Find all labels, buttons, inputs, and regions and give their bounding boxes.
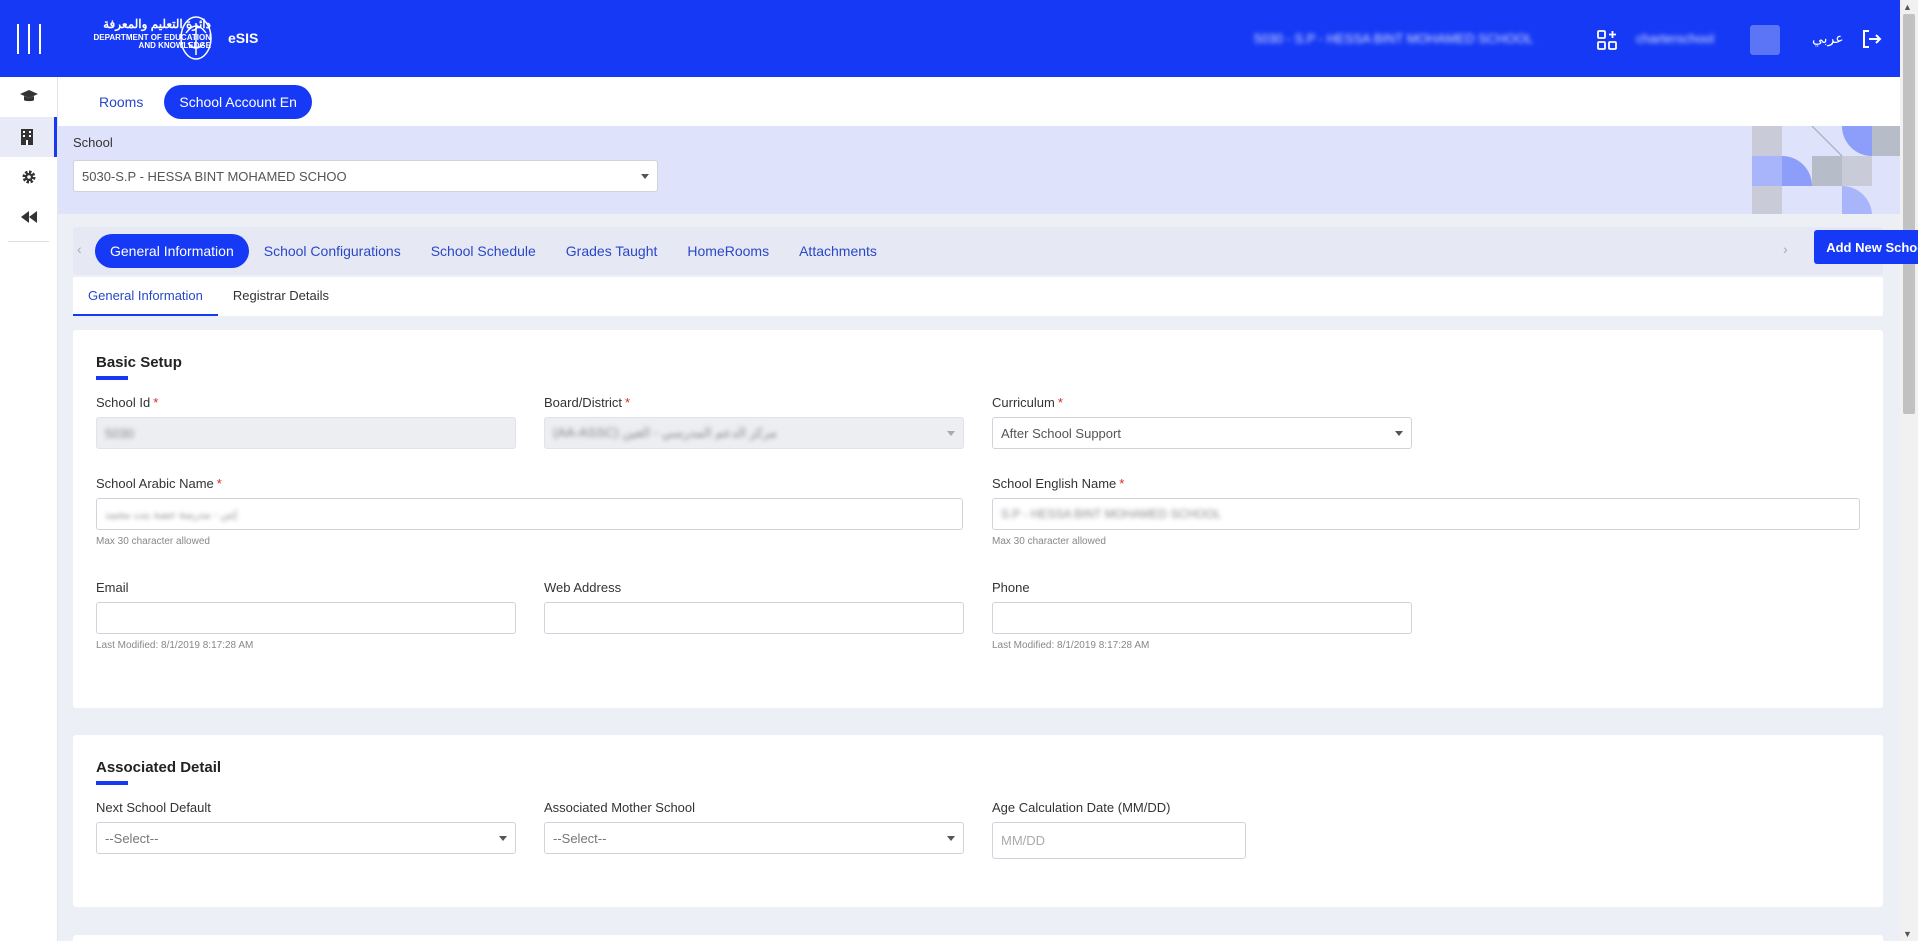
tab-school-schedule[interactable]: School Schedule	[416, 234, 551, 268]
email-field[interactable]	[96, 602, 516, 634]
tabs-left-arrow-icon[interactable]: ‹	[77, 241, 82, 257]
decorative-pattern	[1752, 126, 1900, 214]
phone-field[interactable]	[992, 602, 1412, 634]
avatar[interactable]	[1750, 25, 1780, 55]
sub-tabs: General Information Registrar Details	[73, 277, 1883, 316]
next-card	[73, 935, 1883, 941]
gear-icon[interactable]	[0, 157, 57, 197]
tab-general-information[interactable]: General Information	[95, 234, 249, 268]
chevron-down-icon	[641, 174, 649, 179]
page-scrollbar[interactable]: ▲ ▼	[1900, 0, 1918, 941]
mother-school-select[interactable]: --Select--	[544, 822, 964, 854]
double-left-icon[interactable]	[0, 197, 57, 237]
board-label: Board/District *	[544, 395, 631, 410]
tab-homerooms[interactable]: HomeRooms	[672, 234, 784, 268]
left-nav	[0, 77, 58, 941]
phone-last-modified: Last Modified: 8/1/2019 8:17:28 AM	[992, 640, 1150, 651]
logout-icon[interactable]	[1860, 28, 1882, 50]
school-select[interactable]: 5030-S.P - HESSA BINT MOHAMED SCHOO	[73, 160, 658, 192]
subtab-registrar-details[interactable]: Registrar Details	[218, 277, 344, 316]
scroll-down-icon[interactable]: ▼	[1903, 929, 1912, 939]
email-label: Email	[96, 580, 129, 595]
mother-school-label: Associated Mother School	[544, 800, 696, 815]
board-select: (AA-ASSC) مركز الدعم المدرسي - العين	[544, 417, 964, 449]
next-school-label: Next School Default	[96, 800, 211, 815]
title-underline	[96, 781, 128, 785]
building-icon[interactable]	[0, 117, 57, 157]
english-name-input[interactable]: S.P - HESSA BINT MOHAMED SCHOOL	[992, 498, 1860, 530]
school-selector-band: School 5030-S.P - HESSA BINT MOHAMED SCH…	[58, 126, 1900, 214]
curriculum-select[interactable]: After School Support	[992, 417, 1412, 449]
apps-add-icon[interactable]	[1596, 29, 1618, 51]
tabs-right-arrow-icon[interactable]: ›	[1783, 241, 1788, 257]
app-name: eSIS	[228, 30, 259, 46]
school-context: 5030 - S.P - HESSA BINT MOHAMED SCHOOL	[1254, 31, 1534, 46]
phone-label: Phone	[992, 580, 1030, 595]
age-date-label: Age Calculation Date (MM/DD)	[992, 800, 1171, 815]
email-last-modified: Last Modified: 8/1/2019 8:17:28 AM	[96, 640, 254, 651]
web-address-field[interactable]	[544, 602, 964, 634]
user-name[interactable]: charterschool	[1636, 31, 1714, 46]
emblem-icon	[178, 13, 214, 63]
tab-school-account[interactable]: School Account En	[164, 84, 312, 119]
add-new-school-button[interactable]: Add New School	[1814, 230, 1918, 264]
arabic-name-hint: Max 30 character allowed	[96, 536, 210, 547]
web-address-label: Web Address	[544, 580, 622, 595]
chevron-down-icon	[947, 836, 955, 841]
scroll-up-icon[interactable]: ▲	[1903, 2, 1912, 12]
school-select-value: 5030-S.P - HESSA BINT MOHAMED SCHOO	[82, 168, 347, 184]
basic-setup-title: Basic Setup	[96, 354, 182, 371]
school-id-field: 5030	[96, 417, 516, 449]
associated-detail-title: Associated Detail	[96, 759, 222, 776]
menu-icon[interactable]	[17, 24, 41, 54]
next-school-select[interactable]: --Select--	[96, 822, 516, 854]
nav-divider	[8, 241, 49, 242]
tab-grades-taught[interactable]: Grades Taught	[551, 234, 673, 268]
top-bar: دائرة التعليم والمعرفة DEPARTMENT OF EDU…	[0, 0, 1900, 77]
school-label: School	[73, 135, 113, 150]
age-date-input[interactable]: MM/DD	[992, 822, 1246, 859]
section-tabs: ‹ General Information School Configurati…	[73, 227, 1918, 275]
arabic-name-input[interactable]: إس - مدرسة حصة بنت محمد	[96, 498, 963, 530]
basic-setup-card: Basic Setup School Id * 5030 Board/Distri…	[73, 330, 1883, 708]
tab-school-configurations[interactable]: School Configurations	[249, 234, 416, 268]
title-underline	[96, 376, 128, 380]
chevron-down-icon	[947, 431, 955, 436]
arabic-name-label: School Arabic Name *	[96, 476, 222, 491]
subtab-general-information[interactable]: General Information	[73, 277, 218, 316]
top-tabs: Rooms School Account En	[58, 77, 1900, 126]
graduation-cap-icon[interactable]	[0, 77, 57, 117]
tab-attachments[interactable]: Attachments	[784, 234, 892, 268]
chevron-down-icon	[1395, 431, 1403, 436]
chevron-down-icon	[499, 836, 507, 841]
scrollbar-thumb[interactable]	[1903, 14, 1915, 414]
language-toggle[interactable]: عربي	[1812, 30, 1844, 47]
school-id-label: School Id *	[96, 395, 159, 410]
associated-detail-card: Associated Detail Next School Default --…	[73, 735, 1883, 907]
tab-rooms[interactable]: Rooms	[84, 85, 158, 119]
english-name-label: School English Name *	[992, 476, 1125, 491]
english-name-hint: Max 30 character allowed	[992, 536, 1106, 547]
curriculum-label: Curriculum *	[992, 395, 1063, 410]
main-content: Rooms School Account En School 5030-S.P …	[58, 77, 1918, 941]
